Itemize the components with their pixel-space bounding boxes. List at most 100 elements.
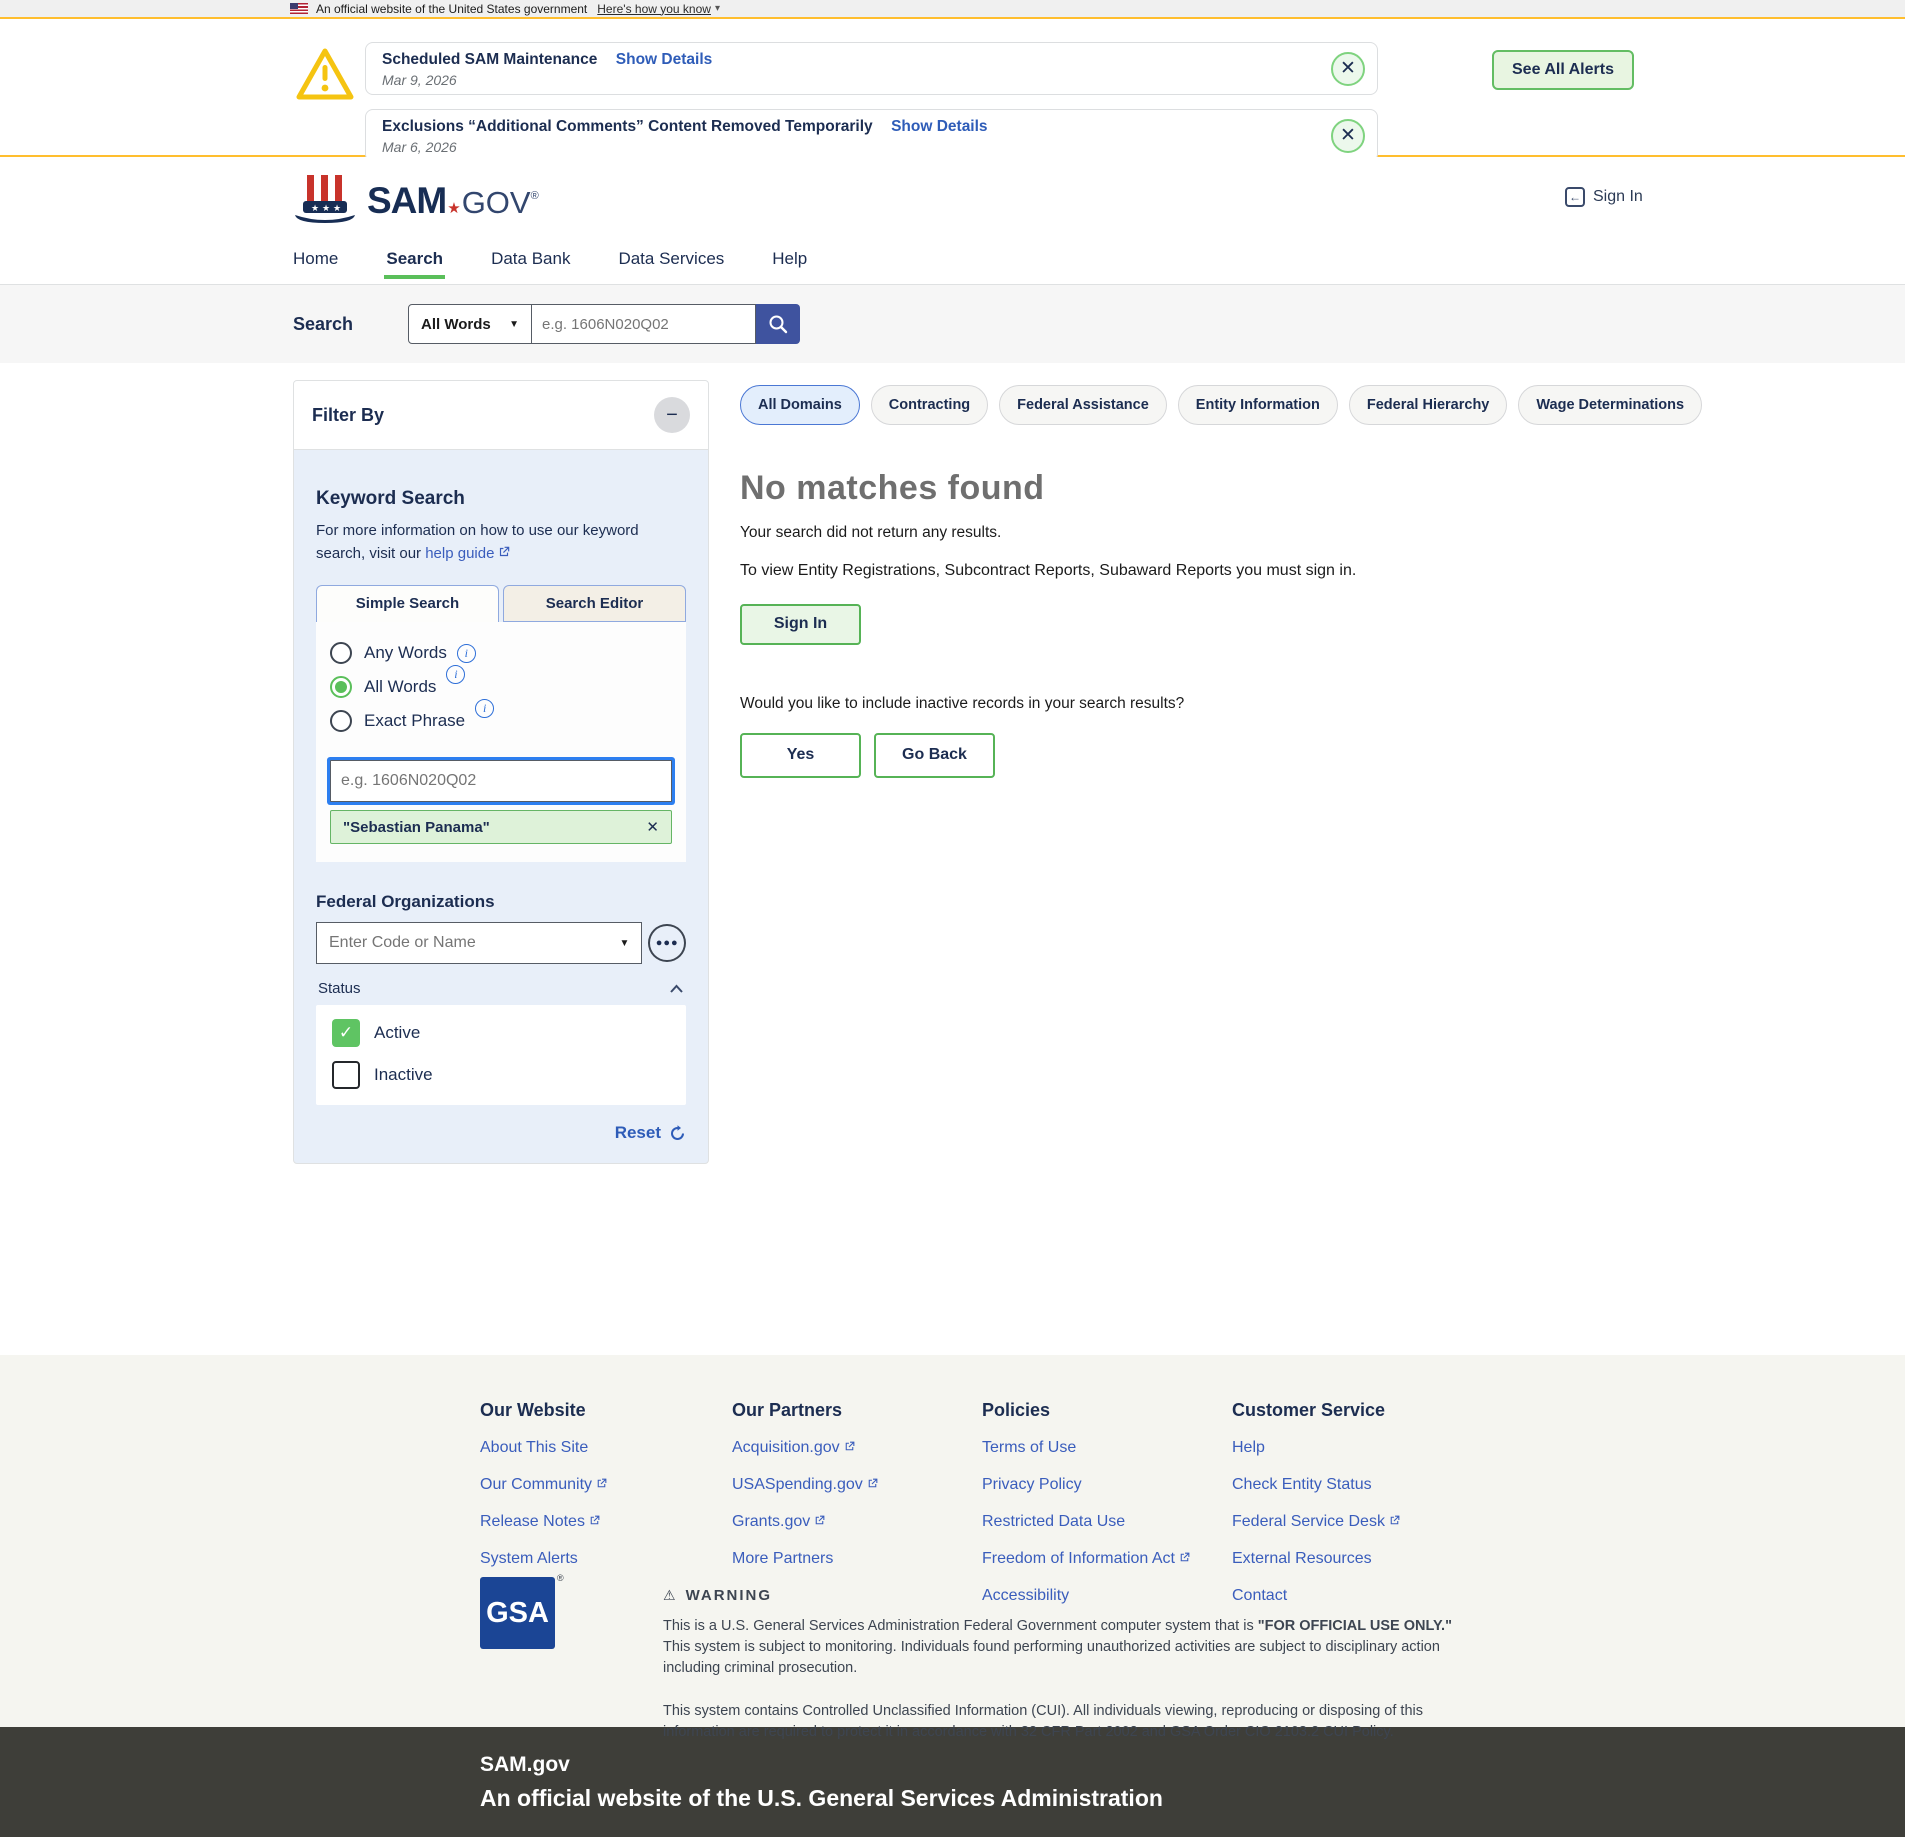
- alert-maintenance: Scheduled SAM Maintenance Show Details M…: [365, 42, 1378, 95]
- pill-entity-information[interactable]: Entity Information: [1178, 385, 1338, 425]
- yes-button[interactable]: Yes: [740, 733, 861, 778]
- reset-refresh-icon: [669, 1125, 686, 1142]
- radio-exact-phrase[interactable]: [330, 710, 352, 732]
- footer-link-release-notes[interactable]: Release Notes: [480, 1513, 720, 1531]
- sign-in-link[interactable]: ← Sign In: [1565, 187, 1643, 207]
- go-back-button[interactable]: Go Back: [874, 733, 995, 778]
- sign-in-button[interactable]: Sign In: [740, 604, 861, 645]
- show-details-link[interactable]: Show Details: [891, 118, 987, 135]
- inactive-records-question: Would you like to include inactive recor…: [740, 695, 1585, 713]
- checkbox-active[interactable]: ✓ Active: [332, 1019, 670, 1047]
- footer-link-grants-gov[interactable]: Grants.gov: [732, 1513, 972, 1531]
- main-nav: Home Search Data Bank Data Services Help: [0, 245, 1905, 285]
- footer-site-name: SAM.gov: [480, 1753, 1905, 1777]
- footer-link-acquisition-gov[interactable]: Acquisition.gov: [732, 1439, 972, 1457]
- footer-link-foia[interactable]: Freedom of Information Act: [982, 1550, 1222, 1568]
- sign-in-arrow-icon: ←: [1565, 187, 1585, 207]
- footer-link-our-community[interactable]: Our Community: [480, 1476, 720, 1494]
- nav-item-data-bank[interactable]: Data Bank: [489, 245, 572, 279]
- sam-gov-logo[interactable]: ★ ★ ★ SAM ★ GOV ®: [293, 173, 539, 229]
- alerts-section: Scheduled SAM Maintenance Show Details M…: [0, 19, 1905, 157]
- show-details-link[interactable]: Show Details: [616, 51, 712, 68]
- see-all-alerts-button[interactable]: See All Alerts: [1492, 50, 1634, 90]
- footer-link-help[interactable]: Help: [1232, 1439, 1472, 1457]
- nav-item-home[interactable]: Home: [291, 245, 340, 279]
- unchecked-checkbox-icon: [332, 1061, 360, 1089]
- search-button[interactable]: [756, 304, 800, 344]
- external-link-icon: [843, 1440, 856, 1453]
- external-link-icon: [497, 545, 511, 559]
- footer-link-about-this-site[interactable]: About This Site: [480, 1439, 720, 1457]
- radio-label: Any Words: [364, 643, 447, 663]
- info-icon[interactable]: i: [446, 665, 465, 684]
- logo-sam-text: SAM: [367, 180, 446, 222]
- footer-link-restricted-data-use[interactable]: Restricted Data Use: [982, 1513, 1222, 1531]
- reset-link[interactable]: Reset: [615, 1123, 661, 1143]
- sign-in-message: To view Entity Registrations, Subcontrac…: [740, 560, 1416, 582]
- footer-link-external-resources[interactable]: External Resources: [1232, 1550, 1472, 1568]
- footer-heading: Our Website: [480, 1400, 720, 1421]
- site-header: ★ ★ ★ SAM ★ GOV ® ← Sign In: [0, 157, 1905, 245]
- warning-paragraph-1: This is a U.S. General Services Administ…: [663, 1616, 1463, 1679]
- footer-link-more-partners[interactable]: More Partners: [732, 1550, 972, 1568]
- alert-date: Mar 6, 2026: [382, 139, 1317, 155]
- no-matches-heading: No matches found: [740, 469, 1585, 508]
- uncle-sam-hat-icon: ★ ★ ★: [293, 173, 357, 229]
- external-link-icon: [588, 1514, 601, 1527]
- pill-wage-determinations[interactable]: Wage Determinations: [1518, 385, 1702, 425]
- filter-panel: Filter By − Keyword Search For more info…: [293, 380, 709, 1164]
- search-mode-dropdown[interactable]: All Words ▼: [408, 304, 532, 344]
- gsa-logo: GSA: [480, 1577, 555, 1649]
- chevron-up-icon[interactable]: [669, 984, 684, 994]
- pill-contracting[interactable]: Contracting: [871, 385, 988, 425]
- external-link-icon: [1388, 1514, 1401, 1527]
- close-icon[interactable]: ✕: [1331, 52, 1365, 86]
- nav-item-help[interactable]: Help: [770, 245, 809, 279]
- search-input[interactable]: [532, 304, 756, 344]
- pill-all-domains[interactable]: All Domains: [740, 385, 860, 425]
- footer-link-terms-of-use[interactable]: Terms of Use: [982, 1439, 1222, 1457]
- close-icon[interactable]: ✕: [1331, 119, 1365, 153]
- footer-link-check-entity-status[interactable]: Check Entity Status: [1232, 1476, 1472, 1494]
- logo-gov-text: GOV: [462, 185, 531, 221]
- keyword-input[interactable]: [330, 760, 672, 802]
- gsa-registered-mark: ®: [557, 1573, 564, 1583]
- footer-link-privacy-policy[interactable]: Privacy Policy: [982, 1476, 1222, 1494]
- status-options: ✓ Active Inactive: [316, 1005, 686, 1105]
- filter-by-title: Filter By: [312, 405, 384, 426]
- pill-federal-assistance[interactable]: Federal Assistance: [999, 385, 1167, 425]
- checkbox-inactive[interactable]: Inactive: [332, 1061, 670, 1089]
- nav-item-data-services[interactable]: Data Services: [616, 245, 726, 279]
- tab-search-editor[interactable]: Search Editor: [503, 585, 686, 622]
- info-icon[interactable]: i: [457, 644, 476, 663]
- more-options-icon[interactable]: ●●●: [648, 924, 686, 962]
- alert-exclusions: Exclusions “Additional Comments” Content…: [365, 109, 1378, 162]
- main-content: Filter By − Keyword Search For more info…: [0, 363, 1905, 1355]
- site-footer: Our Website About This Site Our Communit…: [0, 1355, 1905, 1727]
- us-flag-icon: [290, 3, 308, 14]
- nav-item-search[interactable]: Search: [384, 245, 445, 279]
- collapse-filters-button[interactable]: −: [654, 397, 690, 433]
- tab-simple-search[interactable]: Simple Search: [316, 585, 499, 622]
- footer-link-usaspending-gov[interactable]: USASpending.gov: [732, 1476, 972, 1494]
- footer-link-system-alerts[interactable]: System Alerts: [480, 1550, 720, 1568]
- sign-in-label: Sign In: [1593, 188, 1643, 206]
- warning-small-icon: ⚠: [663, 1588, 678, 1604]
- search-mode-value: All Words: [421, 316, 491, 333]
- logo-registered-mark: ®: [531, 190, 539, 202]
- keyword-chip: "Sebastian Panama" ✕: [330, 810, 672, 844]
- chevron-down-icon: ▾: [715, 3, 720, 14]
- how-you-know-link[interactable]: Here's how you know: [597, 2, 711, 16]
- federal-orgs-heading: Federal Organizations: [316, 892, 686, 912]
- footer-official-text: An official website of the U.S. General …: [480, 1785, 1905, 1812]
- federal-orgs-combobox[interactable]: Enter Code or Name ▼: [316, 922, 642, 964]
- help-guide-link[interactable]: help guide: [425, 545, 511, 562]
- pill-federal-hierarchy[interactable]: Federal Hierarchy: [1349, 385, 1508, 425]
- radio-all-words[interactable]: [330, 676, 352, 698]
- results-area: All Domains Contracting Federal Assistan…: [740, 385, 1585, 778]
- radio-any-words[interactable]: [330, 642, 352, 664]
- info-icon[interactable]: i: [475, 699, 494, 718]
- footer-link-federal-service-desk[interactable]: Federal Service Desk: [1232, 1513, 1472, 1531]
- dropdown-caret-icon: ▼: [509, 319, 519, 330]
- chip-remove-icon[interactable]: ✕: [646, 818, 659, 836]
